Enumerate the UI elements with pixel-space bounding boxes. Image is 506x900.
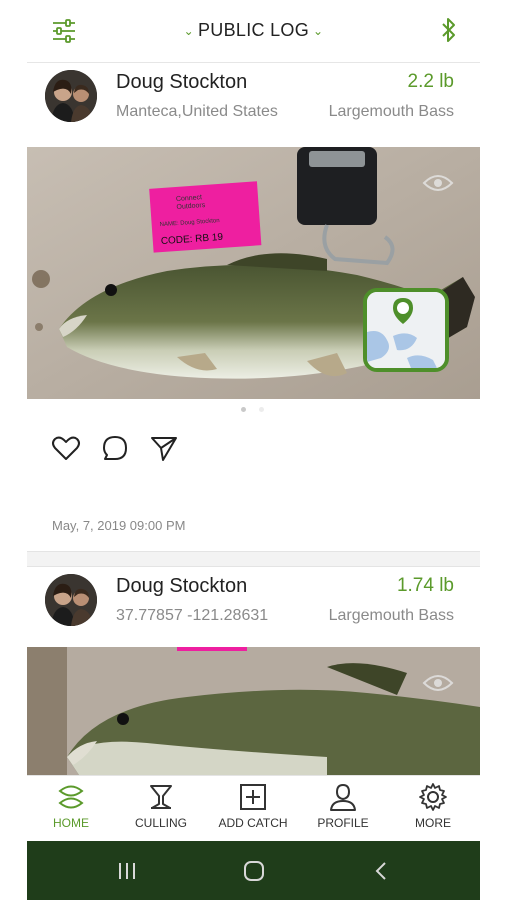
chevron-down-icon: ⌄	[313, 24, 324, 39]
post-divider	[27, 551, 480, 567]
catch-location: Manteca,United States	[116, 103, 278, 120]
chevron-down-icon: ⌄	[183, 24, 194, 39]
catch-species: Largemouth Bass	[328, 103, 454, 120]
nav-culling-label: CULLING	[134, 816, 187, 830]
comment-icon[interactable]	[100, 433, 130, 463]
back-icon[interactable]	[370, 859, 394, 883]
nav-add-catch-label: ADD CATCH	[218, 816, 288, 830]
right-margin	[480, 0, 506, 900]
nav-home-label: HOME	[53, 816, 89, 830]
nav-culling[interactable]: CULLING	[117, 782, 205, 830]
left-margin	[0, 0, 27, 900]
like-heart-icon[interactable]	[51, 433, 81, 463]
system-navigation-bar	[27, 841, 480, 900]
catch-feed[interactable]: Doug Stockton Manteca,United States 2.2 …	[27, 63, 480, 775]
culling-icon	[150, 785, 172, 809]
app-screen: ⌄ PUBLIC LOG ⌄ Doug Stockton Manteca,Uni…	[27, 0, 480, 900]
catch-location: 37.77857 -121.28631	[116, 607, 269, 624]
log-selector[interactable]: ⌄ PUBLIC LOG ⌄	[27, 20, 480, 41]
fish-photo-image	[27, 647, 480, 775]
catch-species: Largemouth Bass	[328, 607, 454, 624]
pager-dot	[259, 407, 264, 412]
nav-more[interactable]: MORE	[389, 782, 477, 830]
post-header: Doug Stockton Manteca,United States 2.2 …	[27, 63, 480, 147]
nav-add-catch[interactable]: ADD CATCH	[209, 782, 297, 830]
eye-icon[interactable]	[422, 173, 454, 193]
catch-map-thumbnail[interactable]	[363, 288, 449, 372]
top-bar: ⌄ PUBLIC LOG ⌄	[27, 0, 480, 63]
add-icon	[240, 784, 266, 810]
bluetooth-icon[interactable]	[440, 16, 458, 44]
nav-profile-label: PROFILE	[317, 816, 369, 830]
post-actions	[27, 423, 480, 483]
home-button-icon[interactable]	[242, 859, 266, 883]
avatar[interactable]	[45, 70, 97, 122]
profile-icon	[330, 784, 356, 811]
nav-more-label: MORE	[415, 816, 451, 830]
catch-photo[interactable]	[27, 647, 480, 775]
nav-home[interactable]: HOME	[27, 782, 115, 830]
catch-weight: 1.74 lb	[396, 575, 454, 596]
post-header: Doug Stockton 37.77857 -121.28631 1.74 l…	[27, 567, 480, 647]
pager-dot-active	[241, 407, 246, 412]
gear-icon	[419, 783, 447, 811]
share-send-icon[interactable]	[149, 433, 179, 463]
eye-icon[interactable]	[422, 673, 454, 693]
post-date: May, 7, 2019 09:00 PM	[52, 518, 186, 533]
catch-weight: 2.2 lb	[407, 71, 454, 92]
catch-photo[interactable]: Connect Outdoors NAME: Doug Stockton COD…	[27, 147, 480, 399]
recent-apps-icon[interactable]	[115, 859, 139, 883]
fish-icon	[58, 785, 84, 809]
catch-post: Doug Stockton Manteca,United States 2.2 …	[27, 63, 480, 551]
catch-post: Doug Stockton 37.77857 -121.28631 1.74 l…	[27, 567, 480, 775]
avatar[interactable]	[45, 574, 97, 626]
nav-profile[interactable]: PROFILE	[299, 782, 387, 830]
page-title: PUBLIC LOG	[197, 20, 310, 40]
bottom-navigation: HOME CULLING ADD CATCH PROFILE MORE	[27, 775, 480, 842]
user-name[interactable]: Doug Stockton	[116, 575, 247, 598]
photo-pager	[27, 399, 480, 423]
user-name[interactable]: Doug Stockton	[116, 71, 247, 94]
